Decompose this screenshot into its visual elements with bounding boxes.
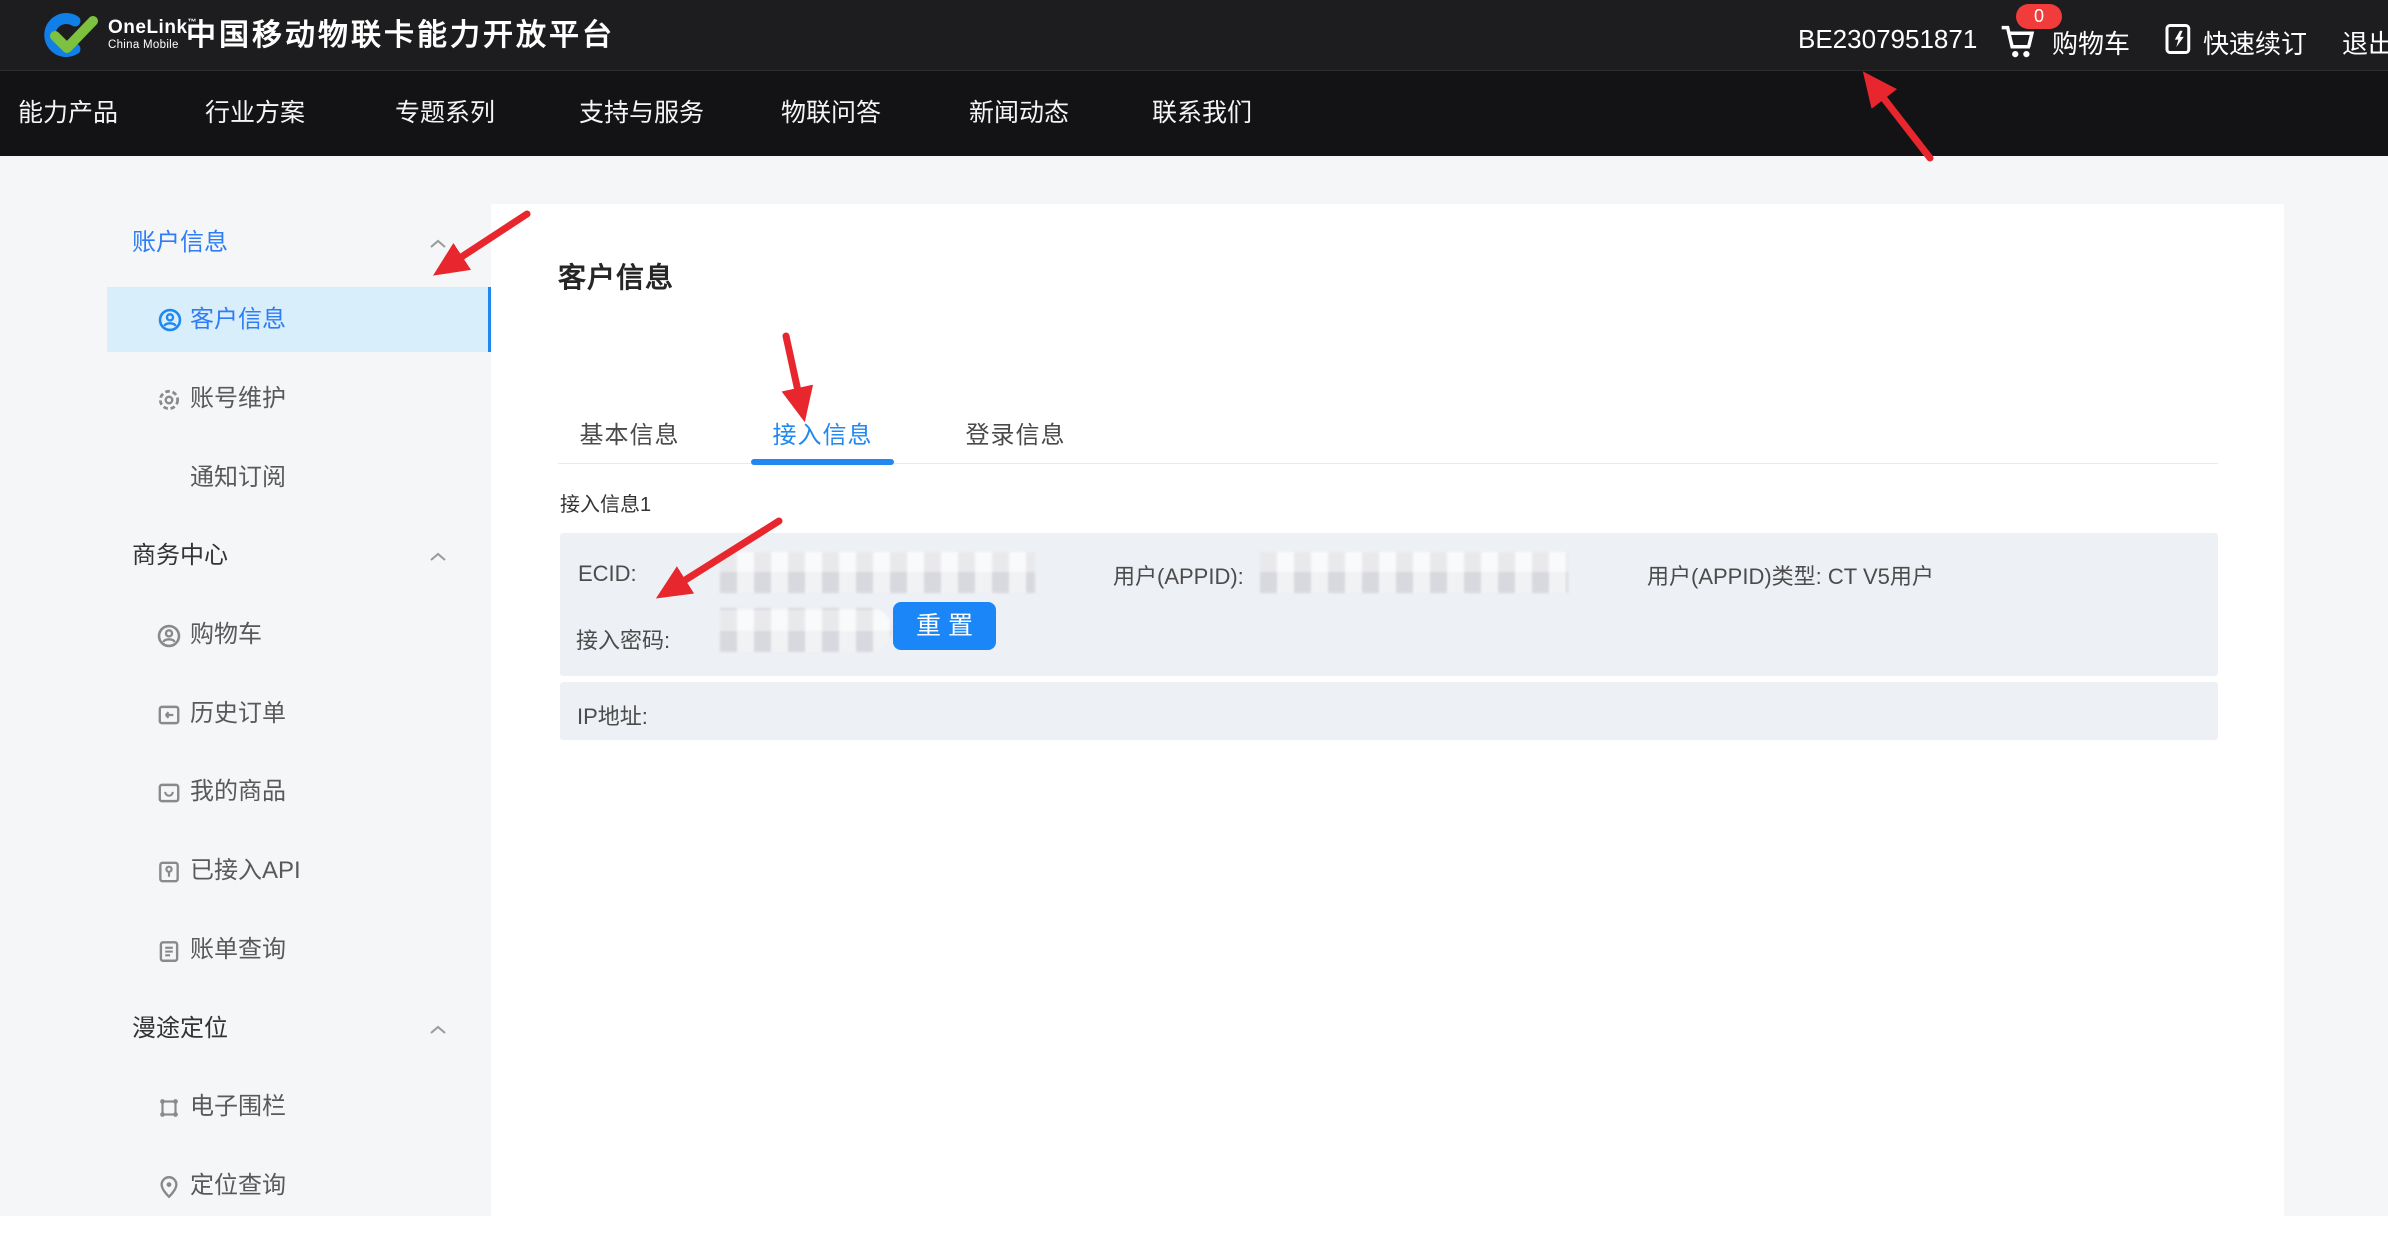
tab-access-info[interactable]: 接入信息 [751, 414, 894, 463]
sidebar-section-mantu-location[interactable]: 漫途定位 [0, 1009, 493, 1049]
ecid-label: ECID: [578, 561, 637, 587]
gear-icon [156, 387, 182, 413]
sidebar: 账户信息 客户信息 账号维护 通知订阅 商务中心 [0, 0, 493, 1216]
tab-login-info[interactable]: 登录信息 [944, 414, 1087, 463]
cart-link[interactable]: 购物车 [2052, 24, 2130, 61]
goods-bag-icon [156, 780, 182, 806]
tab-bar: 基本信息 接入信息 登录信息 [558, 414, 2218, 464]
sidebar-section-business-center[interactable]: 商务中心 [0, 536, 493, 576]
api-key-icon [156, 859, 182, 885]
nav-item-news[interactable]: 新闻动态 [969, 71, 1069, 156]
person-circle-icon [156, 623, 182, 649]
chevron-up-icon[interactable] [428, 551, 448, 563]
page-title: 客户信息 [558, 256, 674, 296]
chevron-up-icon[interactable] [428, 238, 448, 250]
quick-renew-icon[interactable] [2161, 21, 2197, 57]
account-id[interactable]: BE2307951871 [1798, 24, 1977, 55]
nav-item-support[interactable]: 支持与服务 [579, 71, 704, 156]
appid-type-value: CT V5用户 [1828, 564, 1934, 589]
ecid-value-redacted [720, 552, 1035, 593]
appid-value-redacted [1260, 552, 1568, 593]
sidebar-item-location-query[interactable]: 定位查询 [0, 1166, 493, 1206]
sidebar-item-order-history[interactable]: 历史订单 [0, 694, 493, 734]
access-password-label: 接入密码: [576, 623, 670, 655]
location-pin-icon [156, 1174, 182, 1200]
main-content-panel: 客户信息 基本信息 接入信息 登录信息 接入信息1 ECID: 用户(APPID… [491, 204, 2284, 1216]
ip-address-card: IP地址: [560, 682, 2218, 740]
sidebar-item-notification-subscribe[interactable]: 通知订阅 [0, 458, 493, 498]
appid-label: 用户(APPID): [1113, 559, 1244, 591]
sidebar-item-connected-api[interactable]: 已接入API [0, 851, 493, 891]
sidebar-item-account-maintenance[interactable]: 账号维护 [0, 379, 493, 419]
access-info-card: ECID: 用户(APPID): 用户(APPID)类型: CT V5用户 接入… [560, 533, 2218, 676]
sidebar-item-shopping-cart[interactable]: 购物车 [0, 615, 493, 655]
appid-type-label: 用户(APPID)类型: CT V5用户 [1647, 559, 1934, 591]
chevron-up-icon[interactable] [428, 1024, 448, 1036]
sidebar-item-electronic-fence[interactable]: 电子围栏 [0, 1087, 493, 1127]
onelink-portal-page: OneLink™ China Mobile 中国移动物联卡能力开放平台 BE23… [0, 0, 2388, 1236]
ip-address-label: IP地址: [577, 699, 648, 731]
bill-clipboard-icon [156, 938, 182, 964]
tab-basic-info[interactable]: 基本信息 [558, 414, 701, 463]
sidebar-item-customer-info[interactable]: 客户信息 [107, 287, 493, 352]
nav-item-qa[interactable]: 物联问答 [781, 71, 881, 156]
sidebar-item-my-products[interactable]: 我的商品 [0, 772, 493, 812]
reset-password-button[interactable]: 重 置 [893, 602, 996, 650]
person-circle-icon [157, 307, 183, 333]
logout-link[interactable]: 退出 [2342, 24, 2388, 61]
history-order-icon [156, 702, 182, 728]
sidebar-item-bill-inquiry[interactable]: 账单查询 [0, 930, 493, 970]
quick-renew-link[interactable]: 快速续订 [2203, 24, 2307, 61]
sidebar-section-account-info[interactable]: 账户信息 [0, 223, 493, 263]
nav-item-contact[interactable]: 联系我们 [1152, 71, 1252, 156]
fence-icon [156, 1095, 182, 1121]
access-info-group-label: 接入信息1 [560, 488, 651, 517]
access-password-redacted [720, 608, 892, 652]
